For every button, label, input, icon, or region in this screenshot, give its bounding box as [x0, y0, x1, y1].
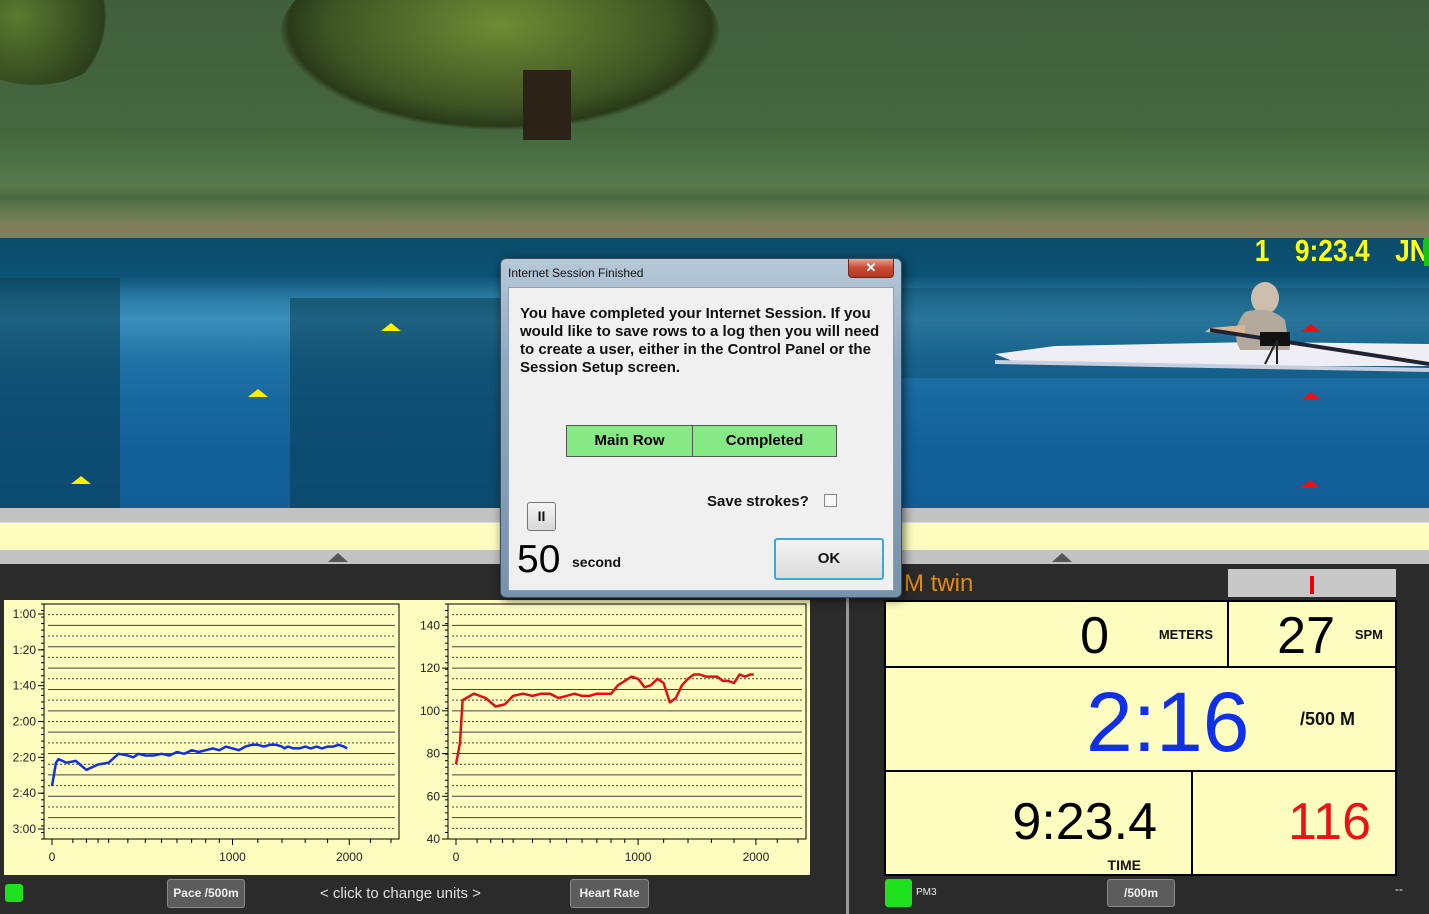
heart-rate-chart-svg: 40 60 80 100 120 140 0 1000 2000	[420, 603, 807, 864]
session-status-table: Main Row Completed	[566, 425, 837, 457]
close-button[interactable]: ✕	[848, 259, 894, 278]
monitor-connection-led	[885, 879, 912, 907]
x-tick-label: 2000	[743, 850, 770, 864]
meters-cell: 0 METERS	[884, 600, 1229, 668]
status-workout-cell: Main Row	[567, 426, 693, 456]
pace-chart: 1:00 1:20 1:40 2:00 2:20 2:40 3:00 0 1000 2000	[4, 600, 404, 875]
pause-button[interactable]: II	[527, 502, 556, 531]
time-label: TIME	[1107, 857, 1141, 873]
buoy-yellow-1	[381, 323, 401, 331]
tree-reflection-left	[0, 278, 120, 508]
heart-rate-chart: 40 60 80 100 120 140 0 1000 2000	[404, 600, 810, 875]
tree-trunk	[523, 70, 571, 140]
monitor-right-status: --	[1395, 882, 1403, 896]
shoreline-background	[0, 0, 1429, 238]
buoy-yellow-3	[71, 476, 91, 484]
y-tick-label: 1:00	[13, 607, 37, 621]
pace-units-button[interactable]: Pace /500m	[167, 879, 245, 908]
buoy-yellow-2	[248, 389, 268, 397]
heart-rate-value: 116	[1288, 793, 1371, 851]
y-tick-label: 140	[420, 618, 440, 632]
countdown-unit: second	[572, 554, 622, 570]
pace-value: 2:16	[1086, 675, 1250, 769]
y-tick-label: 80	[427, 747, 441, 761]
y-tick-label: 40	[427, 832, 441, 846]
lane-indicator	[1424, 238, 1429, 266]
save-strokes-label: Save strokes?	[707, 493, 809, 510]
force-indicator-mark	[1310, 576, 1314, 594]
countdown-value: 50	[517, 538, 561, 581]
y-tick-label: 3:00	[13, 822, 37, 836]
meters-value: 0	[1080, 607, 1109, 665]
tree-left	[0, 0, 120, 85]
series-line-heart-rate	[454, 673, 754, 765]
ok-button[interactable]: OK	[774, 538, 884, 580]
race-time: 9:23.4	[1295, 233, 1370, 268]
race-place: 1	[1254, 233, 1270, 268]
x-tick-label: 0	[49, 850, 56, 864]
tree-center	[280, 0, 720, 130]
monitor-units-button[interactable]: /500m	[1107, 879, 1175, 907]
spm-label: SPM	[1354, 627, 1383, 642]
x-tick-label: 1000	[625, 850, 652, 864]
expand-left-panel-icon[interactable]	[328, 553, 348, 562]
y-tick-label: 120	[420, 661, 440, 675]
y-tick-label: 2:20	[13, 750, 37, 764]
race-info: 1 9:23.4 JN	[1229, 233, 1429, 269]
buoy-red-2	[1301, 392, 1321, 400]
change-units-hint[interactable]: < click to change units >	[320, 885, 481, 902]
rower-boat	[995, 282, 1429, 372]
buoy-red-3	[1300, 480, 1320, 488]
pace-cell: 2:16 /500 M	[884, 666, 1397, 772]
heart-rate-cell: 116	[1191, 770, 1397, 876]
y-tick-label: 2:00	[13, 715, 37, 729]
force-indicator-bar	[1228, 569, 1396, 597]
dialog-message: You have completed your Internet Session…	[520, 305, 880, 376]
x-tick-label: 2000	[336, 850, 363, 864]
y-tick-label: 100	[420, 704, 440, 718]
meters-label: METERS	[1158, 627, 1213, 642]
y-tick-label: 1:20	[13, 643, 37, 657]
expand-right-panel-icon[interactable]	[1052, 553, 1072, 562]
monitor-panel: M twin 0 METERS 27 SPM 2:16 /500 M 9:23.…	[849, 564, 1429, 914]
status-state-cell: Completed	[725, 432, 804, 449]
heart-rate-button[interactable]: Heart Rate	[570, 879, 649, 908]
y-tick-label: 2:40	[13, 786, 37, 800]
save-strokes-checkbox[interactable]	[824, 494, 837, 507]
x-tick-label: 1000	[219, 850, 246, 864]
time-cell: 9:23.4 TIME	[884, 770, 1193, 876]
dialog-title: Internet Session Finished	[508, 266, 644, 280]
monitor-title: M twin	[904, 570, 974, 597]
spm-cell: 27 SPM	[1227, 600, 1397, 668]
spm-value: 27	[1277, 607, 1335, 665]
series-line-pace	[50, 743, 348, 787]
y-tick-label: 1:40	[13, 679, 37, 693]
chart-panel: 1:00 1:20 1:40 2:00 2:20 2:40 3:00 0 1000 2000 40…	[0, 564, 846, 914]
pace-chart-svg: 1:00 1:20 1:40 2:00 2:20 2:40 3:00 0 1000 2000	[13, 603, 400, 864]
y-tick-label: 60	[427, 789, 441, 803]
monitor-model-label: PM3	[916, 887, 937, 898]
x-tick-label: 0	[453, 850, 460, 864]
connection-led	[5, 884, 23, 902]
dialog-body: You have completed your Internet Session…	[508, 287, 894, 591]
pace-label: /500 M	[1300, 709, 1356, 729]
time-value: 9:23.4	[1012, 793, 1157, 851]
session-finished-dialog: Internet Session Finished ✕ You have com…	[500, 258, 902, 598]
